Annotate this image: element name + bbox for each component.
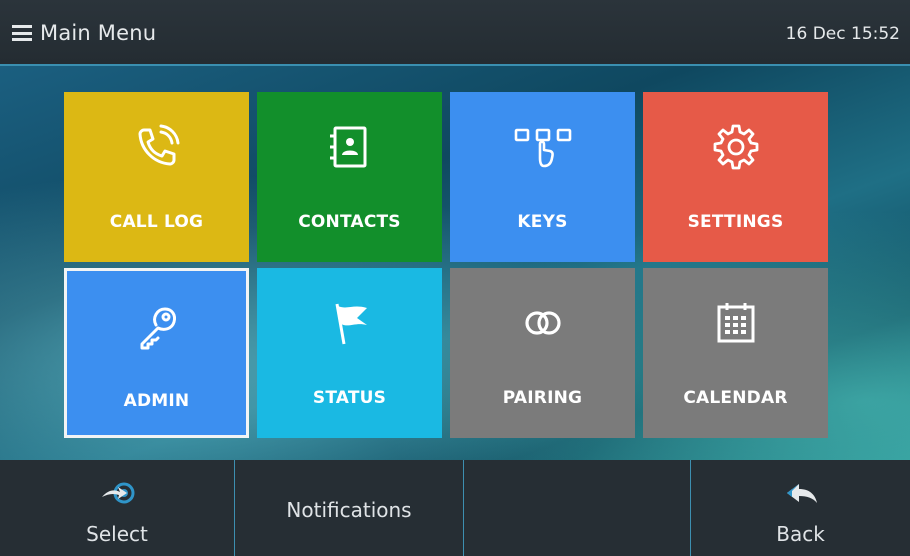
top-bar: Main Menu 16 Dec 15:52 [0, 0, 910, 66]
select-arrow-icon [100, 480, 136, 510]
softkey-label: Back [776, 522, 825, 546]
tile-keys[interactable]: KEYS [450, 92, 635, 262]
key-icon [67, 301, 246, 351]
tile-contacts[interactable]: CONTACTS [257, 92, 442, 262]
gear-icon [643, 122, 828, 172]
page-title: Main Menu [40, 21, 157, 45]
back-arrow-icon [785, 480, 819, 510]
contacts-book-icon [257, 122, 442, 172]
tile-calendar[interactable]: CALENDAR [643, 268, 828, 438]
tile-settings[interactable]: SETTINGS [643, 92, 828, 262]
softkey-empty[interactable] [464, 460, 690, 556]
tile-label: CALL LOG [109, 212, 204, 232]
tile-label: CONTACTS [298, 212, 401, 232]
softkey-back[interactable]: Back [691, 460, 910, 556]
softkey-notifications[interactable]: Notifications [235, 460, 463, 556]
tile-label: PAIRING [502, 388, 583, 408]
phone-icon [64, 122, 249, 172]
pairing-rings-icon [450, 298, 635, 348]
tile-pairing[interactable]: PAIRING [450, 268, 635, 438]
title-wrap: Main Menu [12, 20, 156, 46]
softkey-select[interactable]: Select [0, 460, 234, 556]
tile-label: STATUS [312, 388, 387, 408]
calendar-icon [643, 298, 828, 348]
tile-admin[interactable]: ADMIN [64, 268, 249, 438]
tile-call-log[interactable]: CALL LOG [64, 92, 249, 262]
tile-label: ADMIN [123, 391, 190, 411]
softkey-bar: Select Notifications Back [0, 460, 910, 556]
softkey-label: Select [86, 522, 148, 546]
menu-icon[interactable] [12, 25, 32, 41]
softkey-label: Notifications [286, 498, 412, 522]
menu-grid: CALL LOG CONTACTS KEYS SETTINGS ADMIN ST… [0, 66, 910, 460]
flag-icon [257, 298, 442, 348]
tile-label: KEYS [517, 212, 568, 232]
keys-touch-icon [450, 122, 635, 172]
tile-label: CALENDAR [683, 388, 788, 408]
tile-status[interactable]: STATUS [257, 268, 442, 438]
date-time: 16 Dec 15:52 [785, 24, 900, 44]
tile-label: SETTINGS [687, 212, 784, 232]
